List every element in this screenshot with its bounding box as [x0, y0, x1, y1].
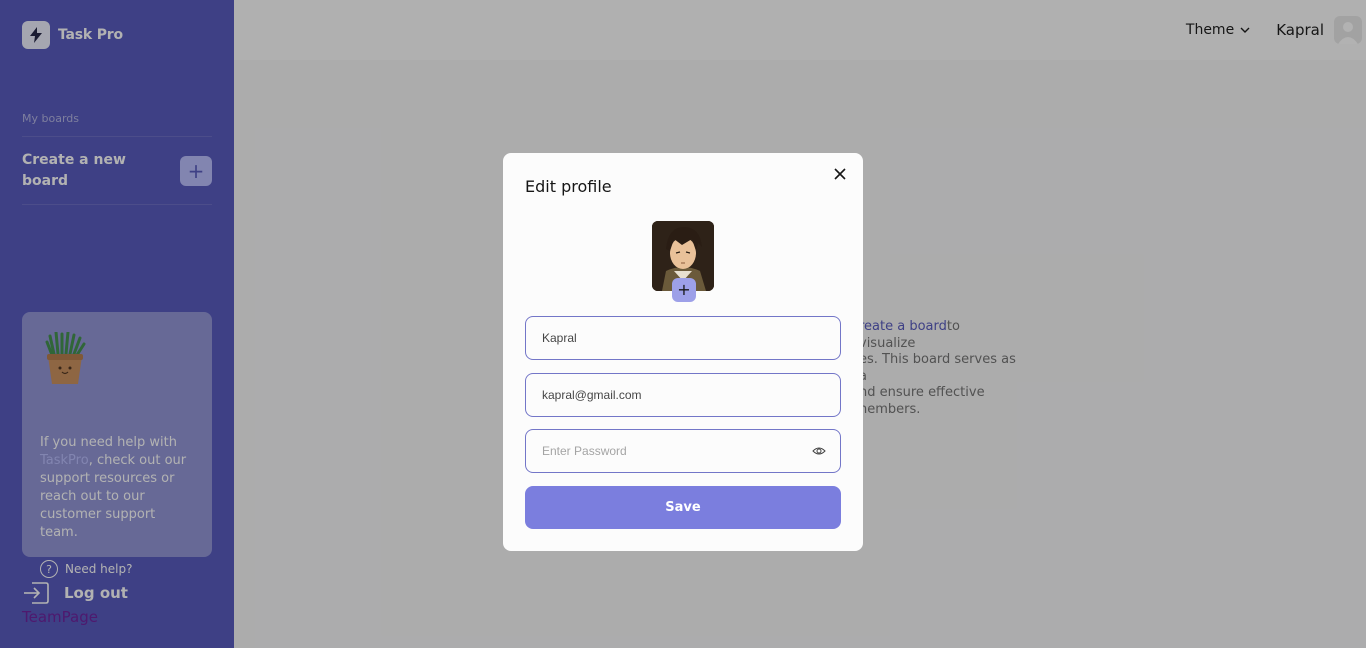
- name-field[interactable]: [525, 316, 841, 360]
- edit-profile-modal: Edit profile + Save: [503, 153, 863, 551]
- password-field[interactable]: [525, 429, 841, 473]
- save-button[interactable]: Save: [525, 486, 841, 529]
- modal-title: Edit profile: [525, 177, 612, 196]
- password-input[interactable]: [542, 444, 824, 458]
- name-input[interactable]: [542, 331, 824, 345]
- close-icon[interactable]: [831, 165, 849, 183]
- email-input[interactable]: [542, 388, 824, 402]
- eye-icon[interactable]: [812, 446, 826, 456]
- add-avatar-button[interactable]: +: [672, 278, 696, 302]
- email-field[interactable]: [525, 373, 841, 417]
- profile-avatar: +: [652, 221, 714, 302]
